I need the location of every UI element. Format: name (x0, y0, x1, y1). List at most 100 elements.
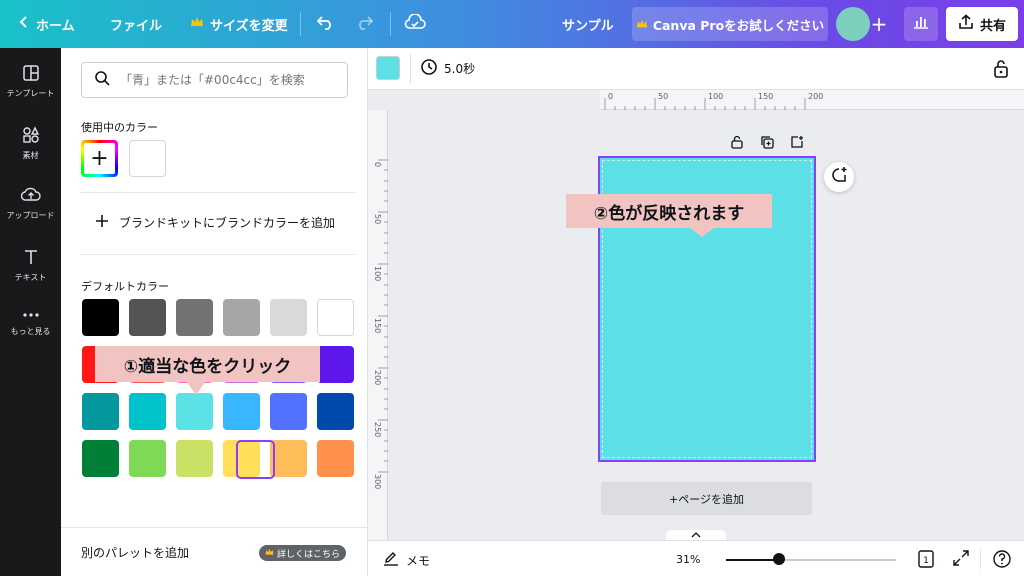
rail-item-elements[interactable]: 素材 (0, 126, 61, 161)
page-actions (730, 134, 804, 153)
cloud-save-status[interactable] (404, 0, 426, 48)
selected-color-chip[interactable] (376, 56, 400, 80)
ruler-top-label: 150 (758, 92, 774, 101)
search-input[interactable] (120, 73, 330, 87)
file-label: ファイル (110, 18, 163, 34)
color-swatch[interactable] (223, 393, 260, 430)
ruler-top-label: 50 (658, 92, 669, 101)
color-swatch[interactable] (176, 440, 213, 477)
add-palette-button[interactable]: 別のパレットを追加 (81, 544, 189, 561)
share-upload-icon (958, 14, 974, 34)
zoom-percentage[interactable]: 31% (676, 553, 700, 566)
in-use-colors-heading: 使用中のカラー (81, 121, 158, 134)
color-swatch[interactable] (223, 299, 260, 336)
help-icon[interactable] (992, 549, 1012, 573)
add-color-button[interactable]: + (81, 140, 118, 177)
zoom-slider-fill (726, 559, 779, 561)
color-swatch[interactable] (129, 299, 166, 336)
rail-item-more[interactable]: もっと見る (0, 310, 61, 337)
color-swatch[interactable] (82, 393, 119, 430)
page-count-button[interactable]: 1 (916, 549, 936, 573)
page-lock-icon[interactable] (730, 134, 744, 153)
ruler-left-label: 200 (373, 370, 382, 386)
color-search[interactable] (81, 62, 348, 98)
clock-icon (420, 58, 438, 79)
instruction-callout-step2: ②色が反映されます (566, 194, 772, 228)
rail-label: テンプレート (6, 89, 55, 98)
toolbar-divider (410, 54, 411, 84)
zoom-slider-thumb[interactable] (772, 553, 785, 565)
learn-more-badge[interactable]: 詳しくはこちら (259, 545, 347, 561)
default-colors-heading: デフォルトカラー (81, 280, 169, 293)
home-label: ホーム (36, 18, 75, 34)
color-swatch[interactable] (317, 346, 354, 383)
rail-item-templates[interactable]: テンプレート (0, 64, 61, 99)
top-bar: ホーム ファイル サイズを変更 サンプル Canva Proをお試しください +… (0, 0, 1024, 48)
duplicate-page-icon[interactable] (760, 134, 774, 153)
brand-add-label: ブランドキットにブランドカラーを追加 (119, 216, 336, 230)
color-swatch[interactable] (317, 440, 354, 477)
add-brand-color-button[interactable]: ブランドキットにブランドカラーを追加 (95, 214, 335, 231)
fullscreen-icon[interactable] (952, 549, 970, 571)
home-button[interactable]: ホーム (18, 0, 75, 48)
color-swatch[interactable] (270, 393, 307, 430)
undo-icon (316, 14, 336, 34)
cloud-check-icon (404, 13, 426, 34)
rail-label: アップロード (6, 211, 55, 220)
color-swatch[interactable] (129, 440, 166, 477)
plus-icon (95, 214, 109, 231)
notes-label: メモ (406, 554, 431, 568)
resize-label: サイズを変更 (210, 18, 288, 34)
sample-title[interactable]: サンプル (562, 0, 614, 48)
callout-pointer (186, 381, 206, 395)
share-button[interactable]: 共有 (946, 7, 1018, 41)
color-swatch[interactable] (270, 299, 307, 336)
pro-label: Canva Proをお試しください (652, 17, 825, 33)
rail-item-uploads[interactable]: アップロード (0, 186, 61, 221)
add-page-icon[interactable] (790, 134, 804, 153)
redo-button[interactable] (354, 0, 374, 48)
color-swatch[interactable] (82, 299, 119, 336)
sample-label: サンプル (562, 18, 614, 34)
file-menu[interactable]: ファイル (110, 0, 162, 48)
rail-label: もっと見る (10, 327, 51, 336)
plus-icon: + (90, 146, 109, 171)
ruler-top-label: 200 (808, 92, 824, 101)
color-swatch[interactable] (176, 393, 213, 430)
plus-icon: + (870, 12, 888, 36)
add-page-button[interactable]: +ページを追加 (601, 482, 812, 515)
ruler-corner (368, 90, 600, 110)
in-use-color-swatch[interactable] (129, 140, 166, 177)
invite-plus-button[interactable]: + (864, 9, 894, 39)
search-icon (94, 70, 110, 90)
instruction-callout-step1: ①適当な色をクリック (95, 346, 320, 382)
show-pages-toggle[interactable] (666, 530, 726, 540)
rail-label: テキスト (14, 273, 47, 282)
color-swatch[interactable] (270, 440, 307, 477)
duration-button[interactable]: 5.0秒 (420, 58, 475, 79)
panel-footer: 別のパレットを追加 詳しくはこちら (61, 527, 368, 576)
add-comment-button[interactable] (824, 162, 854, 192)
color-swatch[interactable] (82, 440, 119, 477)
zoom-slider[interactable] (726, 559, 896, 561)
ruler-top-label: 100 (708, 92, 724, 101)
ruler-top-label: 0 (608, 92, 614, 101)
lock-icon[interactable] (992, 59, 1010, 83)
notes-button[interactable]: メモ (382, 551, 430, 570)
comment-add-icon (830, 166, 848, 188)
template-icon (22, 64, 40, 84)
color-panel: 使用中のカラー + ブランドキットにブランドカラーを追加 デフォルトカラー 別の… (61, 48, 368, 576)
resize-button[interactable]: サイズを変更 (190, 0, 288, 48)
color-swatch[interactable] (317, 393, 354, 430)
undo-button[interactable] (316, 0, 336, 48)
try-pro-button[interactable]: Canva Proをお試しください (632, 7, 828, 41)
rail-label: 素材 (22, 151, 39, 160)
rail-item-text[interactable]: テキスト (0, 248, 61, 283)
insights-button[interactable] (904, 7, 938, 41)
color-swatch[interactable] (317, 299, 354, 336)
share-label: 共有 (979, 18, 1006, 34)
color-swatch[interactable] (129, 393, 166, 430)
canvas-area: 0 50 100 150 200 0 50 100 150 200 250 30… (368, 90, 1024, 540)
left-rail: テンプレート 素材 アップロード テキスト もっと見る (0, 48, 61, 576)
color-swatch[interactable] (176, 299, 213, 336)
